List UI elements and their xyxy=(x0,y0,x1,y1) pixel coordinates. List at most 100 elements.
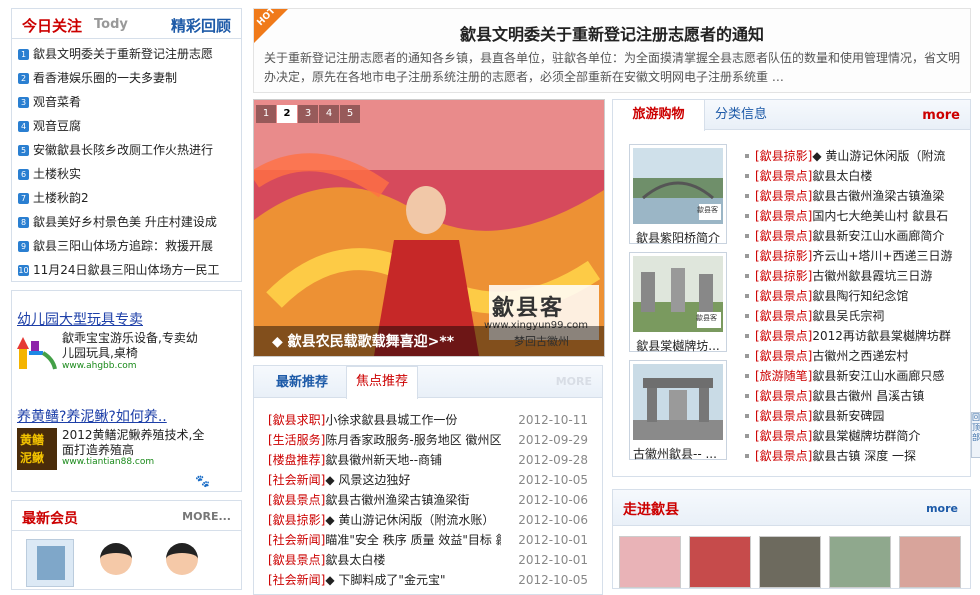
news-category[interactable]: [歙县求职] xyxy=(268,413,325,427)
travel-category[interactable]: [歙县景点] xyxy=(755,349,812,363)
news-category[interactable]: [歙县景点] xyxy=(268,493,325,507)
notice-title[interactable]: 歙县文明委关于重新登记注册志愿者的通知 xyxy=(254,21,970,45)
news-title[interactable]: 歙县古徽州渔梁古镇渔梁街 xyxy=(325,490,501,510)
tab-latest[interactable]: 最新推荐 xyxy=(276,368,328,398)
list-item[interactable]: 1 歙县文明委关于重新登记注册志愿 xyxy=(18,42,238,66)
travel-item[interactable]: [歙县景点]歙县陶行知纪念馆 xyxy=(745,286,970,306)
list-item[interactable]: 9 歙县三阳山体场方追踪：救援开展 xyxy=(18,234,238,258)
news-row[interactable]: [楼盘推荐]歙县徽州新天地--商铺 2012-09-28 xyxy=(268,450,588,470)
travel-category[interactable]: [歙县景点] xyxy=(755,169,812,183)
slider-page-button[interactable]: 3 xyxy=(298,105,318,123)
travel-item[interactable]: [歙县景点]歙县新安碑园 xyxy=(745,406,970,426)
travel-title[interactable]: 2012再访歙县棠樾牌坊群 xyxy=(812,329,951,343)
news-category[interactable]: [社会新闻] xyxy=(268,533,325,547)
travel-category[interactable]: [旅游随笔] xyxy=(755,369,812,383)
ad-2-logo[interactable]: 黄鳝 泥鳅 xyxy=(17,428,57,470)
news-row[interactable]: [歙县景点]歙县太白楼 2012-10-01 xyxy=(268,550,588,570)
news-row[interactable]: [社会新闻]瞄准"安全 秩序 质量 效益"目标 歙 2012-10-01 xyxy=(268,530,588,550)
travel-item[interactable]: [歙县景点]歙县新安江山水画廊简介 xyxy=(745,226,970,246)
travel-title[interactable]: 齐云山+塔川+西递三日游 xyxy=(812,249,952,263)
travel-title[interactable]: 歙县古镇 深度 一探 xyxy=(812,449,916,463)
travel-category[interactable]: [歙县掠影] xyxy=(755,149,812,163)
back-to-top-tab[interactable]: 回顶部 xyxy=(971,412,980,458)
enter-thumb[interactable] xyxy=(619,536,681,588)
thumb-card[interactable]: 歙县客 歙县棠樾牌坊... xyxy=(629,252,727,353)
travel-category[interactable]: [歙县景点] xyxy=(755,229,812,243)
highlights-link[interactable]: 精彩回顾 xyxy=(171,15,231,36)
tab-travel[interactable]: 旅游购物 xyxy=(613,100,705,131)
travel-item[interactable]: [歙县掠影]◆ 黄山游记休闲版（附流 xyxy=(745,146,970,166)
travel-category[interactable]: [歙县景点] xyxy=(755,209,812,223)
travel-item[interactable]: [歙县掠影]齐云山+塔川+西递三日游 xyxy=(745,246,970,266)
news-title[interactable]: 歙县徽州新天地--商铺 xyxy=(325,450,501,470)
list-item-title[interactable]: 11月24日歙县三阳山体场方一民工 xyxy=(33,263,220,277)
travel-title[interactable]: 歙县新安江山水画廊简介 xyxy=(812,229,944,243)
travel-category[interactable]: [歙县掠影] xyxy=(755,249,812,263)
list-item-title[interactable]: 歙县美好乡村景色美 升庄村建设成 xyxy=(33,215,217,229)
news-title[interactable]: ◆ 黄山游记休闲版（附流水账） xyxy=(325,510,501,530)
news-category[interactable]: [生活服务] xyxy=(268,433,325,447)
news-category[interactable]: [歙县景点] xyxy=(268,553,325,567)
travel-item[interactable]: [歙县掠影]古徽州歙县霞坑三日游 xyxy=(745,266,970,286)
news-category[interactable]: [社会新闻] xyxy=(268,473,325,487)
travel-category[interactable]: [歙县景点] xyxy=(755,429,812,443)
travel-title[interactable]: 歙县太白楼 xyxy=(812,169,872,183)
travel-title[interactable]: 歙县棠樾牌坊群简介 xyxy=(812,429,920,443)
members-more[interactable]: MORE... xyxy=(182,510,231,523)
travel-category[interactable]: [歙县景点] xyxy=(755,409,812,423)
travel-title[interactable]: 国内七大绝美山村 歙县石 xyxy=(812,209,948,223)
news-row[interactable]: [社会新闻]◆ 风景这边独好 2012-10-05 xyxy=(268,470,588,490)
travel-category[interactable]: [歙县景点] xyxy=(755,389,812,403)
list-item-title[interactable]: 观音菜肴 xyxy=(33,95,81,109)
list-item-title[interactable]: 歙县文明委关于重新登记注册志愿 xyxy=(33,47,213,61)
news-category[interactable]: [楼盘推荐] xyxy=(268,453,325,467)
ad-1-url[interactable]: www.ahgbb.com xyxy=(62,361,137,371)
news-row[interactable]: [生活服务]陈月香家政服务-服务地区 徽州区 2012-09-29 xyxy=(268,430,588,450)
list-item-title[interactable]: 观音豆腐 xyxy=(33,119,81,133)
travel-title[interactable]: 古徽州之西递宏村 xyxy=(812,349,908,363)
travel-title[interactable]: 歙县古徽州渔梁古镇渔梁 xyxy=(812,189,944,203)
travel-category[interactable]: [歙县景点] xyxy=(755,329,812,343)
travel-title[interactable]: 歙县吴氏宗祠 xyxy=(812,309,884,323)
ad-2-title[interactable]: 养黄鳝?养泥鳅?如何养.. xyxy=(17,406,167,426)
slider-page-button[interactable]: 2 xyxy=(277,105,297,123)
news-title[interactable]: 小徐求歙县县城工作一份 xyxy=(325,410,501,430)
list-item[interactable]: 4 观音豆腐 xyxy=(18,114,238,138)
list-item[interactable]: 8 歙县美好乡村景色美 升庄村建设成 xyxy=(18,210,238,234)
list-item-title[interactable]: 土楼秋韵2 xyxy=(33,191,89,205)
news-row[interactable]: [歙县求职]小徐求歙县县城工作一份 2012-10-11 xyxy=(268,410,588,430)
list-item[interactable]: 3 观音菜肴 xyxy=(18,90,238,114)
travel-item[interactable]: [歙县景点]歙县古徽州渔梁古镇渔梁 xyxy=(745,186,970,206)
list-item[interactable]: 6 土楼秋实 xyxy=(18,162,238,186)
travel-title[interactable]: 古徽州歙县霞坑三日游 xyxy=(812,269,932,283)
travel-category[interactable]: [歙县景点] xyxy=(755,309,812,323)
list-item-title[interactable]: 土楼秋实 xyxy=(33,167,81,181)
thumb-card[interactable]: 古徽州歙县-- ... xyxy=(629,360,727,461)
travel-item[interactable]: [歙县景点]歙县棠樾牌坊群简介 xyxy=(745,426,970,446)
news-row[interactable]: [歙县掠影]◆ 黄山游记休闲版（附流水账） 2012-10-06 xyxy=(268,510,588,530)
enter-thumb[interactable] xyxy=(829,536,891,588)
image-slider[interactable]: 歙县客 www.xingyun99.com 梦回古徽州 12345 ◆ 歙县农民… xyxy=(253,99,605,357)
list-item[interactable]: 5 安徽歙县长陔乡改厕工作火热进行 xyxy=(18,138,238,162)
travel-category[interactable]: [歙县景点] xyxy=(755,289,812,303)
list-item[interactable]: 7 土楼秋韵2 xyxy=(18,186,238,210)
news-title[interactable]: 陈月香家政服务-服务地区 徽州区 xyxy=(325,430,501,450)
travel-category[interactable]: [歙县景点] xyxy=(755,189,812,203)
thumb-card[interactable]: 歙县客 歙县紫阳桥简介 xyxy=(629,144,727,245)
travel-item[interactable]: [旅游随笔]歙县新安江山水画廊只感 xyxy=(745,366,970,386)
news-title[interactable]: 歙县太白楼 xyxy=(325,550,501,570)
travel-item[interactable]: [歙县景点]古徽州之西递宏村 xyxy=(745,346,970,366)
travel-category[interactable]: [歙县景点] xyxy=(755,449,812,463)
travel-item[interactable]: [歙县景点]国内七大绝美山村 歙县石 xyxy=(745,206,970,226)
news-title[interactable]: 瞄准"安全 秩序 质量 效益"目标 歙 xyxy=(325,530,501,550)
list-item-title[interactable]: 看香港娱乐圈的一夫多妻制 xyxy=(33,71,177,85)
news-row[interactable]: [歙县景点]歙县古徽州渔梁古镇渔梁街 2012-10-06 xyxy=(268,490,588,510)
travel-category[interactable]: [歙县掠影] xyxy=(755,269,812,283)
travel-title[interactable]: 歙县新安江山水画廊只感 xyxy=(812,369,944,383)
playground-icon[interactable] xyxy=(17,331,57,371)
ad-2-url[interactable]: www.tiantian88.com xyxy=(62,457,154,467)
travel-item[interactable]: [歙县景点]歙县太白楼 xyxy=(745,166,970,186)
enter-thumb[interactable] xyxy=(759,536,821,588)
travel-title[interactable]: ◆ 黄山游记休闲版（附流 xyxy=(812,149,945,163)
list-item-title[interactable]: 安徽歙县长陔乡改厕工作火热进行 xyxy=(33,143,213,157)
